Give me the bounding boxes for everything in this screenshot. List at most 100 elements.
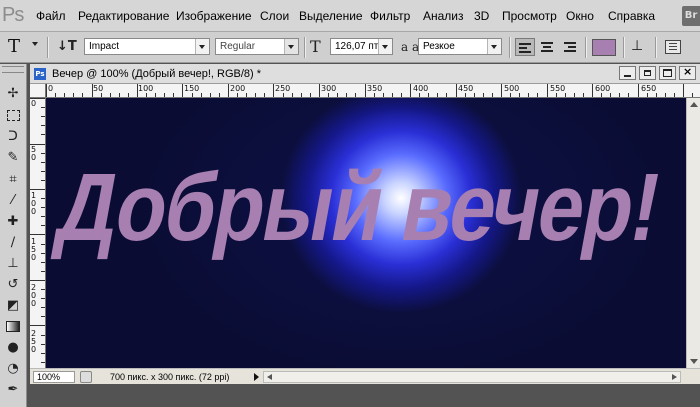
canvas-text-layer[interactable]: Добрый вечер! — [50, 154, 668, 261]
menu-help[interactable]: Справка — [608, 9, 655, 23]
close-button[interactable]: × — [679, 65, 696, 80]
ruler-tick — [101, 93, 102, 97]
ruler-tick — [428, 93, 429, 97]
ruler-tick — [82, 93, 83, 97]
restore-button[interactable] — [639, 66, 656, 80]
chevron-down-icon[interactable] — [378, 39, 392, 54]
ruler-tick — [110, 93, 111, 97]
pen-tool-icon[interactable]: ✒ — [3, 380, 23, 400]
menu-layers[interactable]: Слои — [260, 9, 289, 23]
ruler-tick — [30, 234, 45, 235]
horizontal-ruler[interactable]: 0 50 100 150 200 250 300 350 400 450 500… — [46, 84, 700, 98]
image-canvas[interactable]: Добрый вечер! — [46, 98, 686, 368]
ruler-tick — [319, 84, 320, 97]
scroll-down-icon[interactable] — [690, 359, 698, 364]
ruler-tick — [41, 107, 45, 108]
ruler-tick — [683, 84, 684, 97]
status-info-icon[interactable] — [80, 371, 92, 383]
warp-text-icon[interactable]: ⊥ — [631, 38, 643, 54]
menu-filter[interactable]: Фильтр — [370, 9, 410, 23]
marquee-tool-icon[interactable] — [3, 106, 23, 126]
tool-preset-dropdown-icon[interactable] — [32, 42, 38, 46]
quick-select-tool-icon[interactable]: ✎ — [3, 148, 23, 168]
brush-tool-icon[interactable]: ∕ — [3, 233, 23, 253]
menu-3d[interactable]: 3D — [474, 9, 489, 23]
align-left-button[interactable] — [515, 38, 535, 56]
healing-brush-tool-icon[interactable]: ✚ — [3, 212, 23, 232]
bridge-button[interactable]: Br — [682, 6, 700, 26]
ruler-v-label: 100 — [31, 191, 37, 216]
menu-analysis[interactable]: Анализ — [423, 9, 464, 23]
menu-file[interactable]: Файл — [36, 9, 66, 23]
align-right-button[interactable] — [561, 38, 581, 56]
zoom-level-field[interactable]: 100% — [33, 371, 75, 383]
panel-grip[interactable] — [2, 66, 24, 73]
ruler-tick — [292, 93, 293, 97]
ruler-tick — [283, 93, 284, 97]
scroll-left-icon[interactable] — [267, 374, 272, 380]
scroll-right-icon[interactable] — [672, 374, 677, 380]
align-center-button[interactable] — [538, 38, 558, 56]
ruler-origin[interactable] — [30, 84, 46, 98]
type-tool-icon[interactable]: T — [8, 36, 20, 57]
font-style-select[interactable]: Regular — [215, 38, 299, 55]
ruler-tick — [46, 84, 47, 97]
maximize-button[interactable] — [659, 66, 676, 80]
ruler-tick — [465, 93, 466, 97]
menu-edit[interactable]: Редактирование — [78, 9, 169, 23]
move-tool-icon[interactable]: ✢ — [3, 84, 23, 104]
menu-image[interactable]: Изображение — [176, 9, 252, 23]
ruler-tick — [374, 93, 375, 97]
horizontal-scrollbar[interactable] — [263, 371, 681, 383]
ruler-h-label: 100 — [138, 84, 154, 93]
font-size-select[interactable]: 126,07 пт — [330, 38, 393, 55]
menu-select[interactable]: Выделение — [299, 9, 363, 23]
antialias-select[interactable]: Резкое — [418, 38, 502, 55]
ruler-tick — [30, 189, 45, 190]
workspace-background — [30, 384, 700, 407]
ruler-tick — [456, 84, 457, 97]
vertical-scrollbar[interactable] — [686, 98, 700, 368]
ruler-tick — [155, 93, 156, 97]
crop-tool-icon[interactable]: ⌗ — [3, 170, 23, 190]
ruler-tick — [492, 93, 493, 97]
dodge-tool-icon[interactable]: ◔ — [3, 359, 23, 379]
ruler-tick — [519, 93, 520, 97]
ruler-tick — [41, 362, 45, 363]
document-title: Вечер @ 100% (Добрый вечер!, RGB/8) * — [52, 68, 262, 80]
ruler-tick — [510, 93, 511, 97]
gradient-tool-icon[interactable] — [3, 317, 23, 337]
clone-stamp-tool-icon[interactable]: ⊥ — [3, 254, 23, 274]
chevron-down-icon[interactable] — [195, 39, 209, 54]
photoshop-document-icon: Ps — [34, 68, 46, 80]
chevron-down-icon[interactable] — [284, 39, 298, 54]
font-family-select[interactable]: Impact — [84, 38, 210, 55]
separator — [585, 37, 587, 58]
ruler-tick — [410, 84, 411, 97]
eraser-tool-icon[interactable]: ◩ — [3, 296, 23, 316]
menu-window[interactable]: Окно — [566, 9, 594, 23]
ruler-v-label: 200 — [31, 283, 37, 308]
options-bar: T ↓T Impact Regular T 126,07 пт a a Резк… — [0, 32, 700, 63]
ruler-tick — [264, 93, 265, 97]
font-family-value: Impact — [89, 41, 120, 52]
status-menu-arrow-icon[interactable] — [254, 373, 259, 381]
lasso-tool-icon[interactable]: ᑐ — [3, 127, 23, 147]
history-brush-tool-icon[interactable]: ↺ — [3, 275, 23, 295]
eyedropper-tool-icon[interactable]: ⁄ — [3, 191, 23, 211]
character-panel-icon[interactable] — [665, 40, 681, 54]
text-color-swatch[interactable] — [592, 39, 616, 56]
separator — [304, 37, 306, 58]
ruler-tick — [41, 171, 45, 172]
vertical-ruler[interactable]: 0 50 100 150 200 250 — [30, 98, 46, 368]
ruler-tick — [537, 93, 538, 97]
text-orientation-icon[interactable]: ↓T — [57, 39, 77, 54]
blur-tool-icon[interactable]: ● — [3, 338, 23, 358]
scroll-up-icon[interactable] — [690, 102, 698, 107]
document-title-bar[interactable]: Ps Вечер @ 100% (Добрый вечер!, RGB/8) *… — [30, 64, 700, 84]
ruler-tick — [674, 93, 675, 97]
chevron-down-icon[interactable] — [487, 39, 501, 54]
ruler-tick — [30, 325, 45, 326]
minimize-button[interactable] — [619, 66, 636, 80]
menu-view[interactable]: Просмотр — [502, 9, 557, 23]
